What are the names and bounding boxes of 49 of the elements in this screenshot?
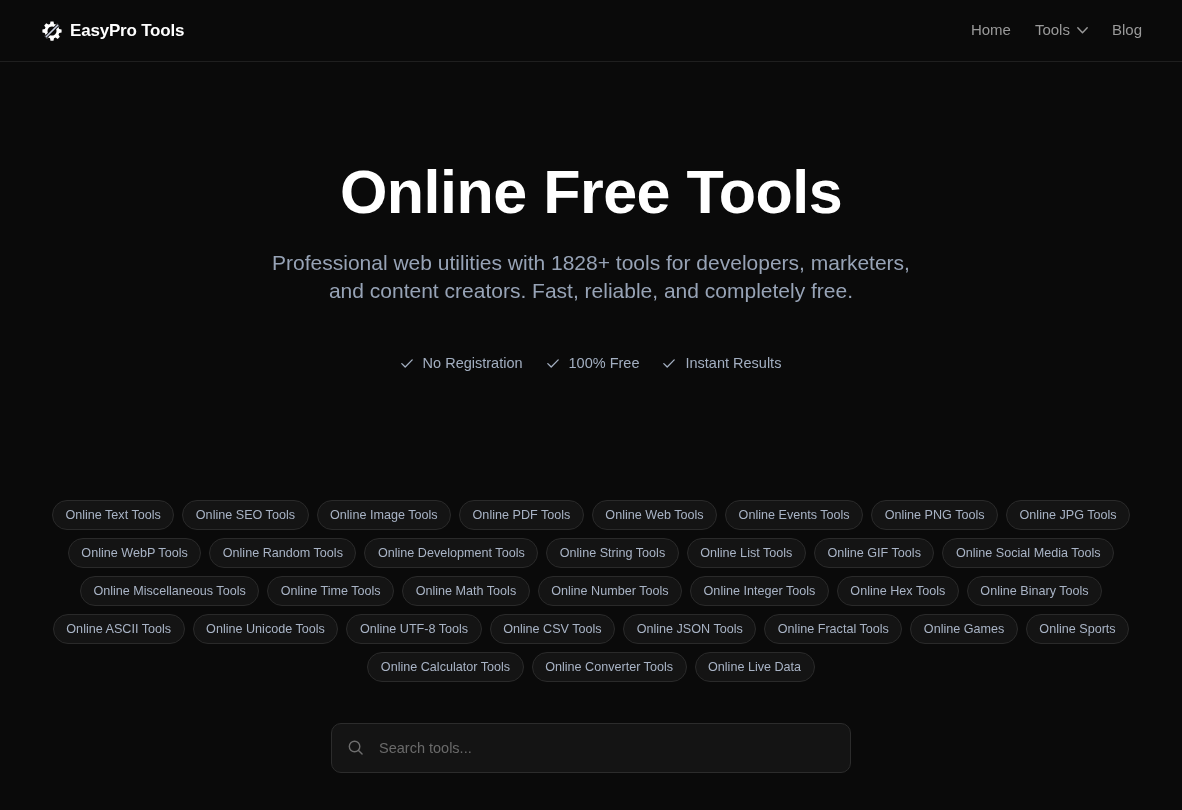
feature-text: No Registration <box>422 354 523 373</box>
category-link[interactable]: Online Unicode Tools <box>192 614 339 644</box>
category-link[interactable]: Online UTF-8 Tools <box>346 614 482 644</box>
chevron-down-icon <box>1076 27 1088 34</box>
category-link[interactable]: Online WebP Tools <box>67 538 202 568</box>
category-link[interactable]: Online Hex Tools <box>836 576 959 606</box>
check-icon <box>546 358 559 368</box>
category-link[interactable]: Online JPG Tools <box>1006 500 1131 530</box>
check-icon <box>400 358 413 368</box>
category-link[interactable]: Online Number Tools <box>537 576 683 606</box>
hero-subtitle: Professional web utilities with 1828+ tools for developers, marketers, and content creators. Fast, reliable, and completely free. <box>271 250 911 304</box>
category-link[interactable]: Online Events Tools <box>725 500 864 530</box>
feature-text: Instant Results <box>685 354 782 373</box>
category-link[interactable]: Online Random Tools <box>209 538 357 568</box>
category-link[interactable]: Online Image Tools <box>316 500 452 530</box>
nav-dropdown[interactable]: Tools <box>1034 19 1088 42</box>
category-link[interactable]: Online Time Tools <box>267 576 395 606</box>
category-link[interactable]: Online Live Data <box>694 652 815 682</box>
category-link[interactable]: Online Calculator Tools <box>367 652 524 682</box>
category-link[interactable]: Online Social Media Tools <box>942 538 1115 568</box>
category-link[interactable]: Online ASCII Tools <box>52 614 185 644</box>
category-link[interactable]: Online Integer Tools <box>690 576 829 606</box>
category-link[interactable]: Online PNG Tools <box>871 500 999 530</box>
category-link[interactable]: Online PDF Tools <box>459 500 584 530</box>
logo-gear-icon <box>42 20 62 41</box>
category-link[interactable]: Online Converter Tools <box>531 652 687 682</box>
nav-link[interactable]: Home <box>970 19 1011 42</box>
category-link[interactable]: Online Math Tools <box>402 576 530 606</box>
category-link[interactable]: Online Sports <box>1025 614 1130 644</box>
category-link[interactable]: Online Binary Tools <box>966 576 1103 606</box>
hero-title: Online Free Tools <box>339 157 843 227</box>
category-link[interactable]: Online Fractal Tools <box>764 614 903 644</box>
brand-link[interactable]: EasyPro Tools <box>42 17 185 44</box>
category-link[interactable]: Online Web Tools <box>591 500 718 530</box>
check-icon <box>663 358 676 368</box>
search-field[interactable]: Search tools... <box>331 723 851 773</box>
category-link[interactable]: Online Miscellaneous Tools <box>79 576 260 606</box>
category-link[interactable]: Online Text Tools <box>51 500 175 530</box>
category-link[interactable]: Online Development Tools <box>364 538 539 568</box>
feature-text: 100% Free <box>568 354 640 373</box>
search-icon <box>348 740 363 755</box>
category-link[interactable]: Online JSON Tools <box>623 614 757 644</box>
category-link[interactable]: Online Games <box>910 614 1018 644</box>
category-link[interactable]: Online List Tools <box>686 538 806 568</box>
category-link[interactable]: Online CSV Tools <box>489 614 616 644</box>
nav-link[interactable]: Blog <box>1111 19 1142 42</box>
category-link[interactable]: Online GIF Tools <box>813 538 935 568</box>
category-link[interactable]: Online SEO Tools <box>182 500 309 530</box>
category-link[interactable]: Online String Tools <box>546 538 679 568</box>
